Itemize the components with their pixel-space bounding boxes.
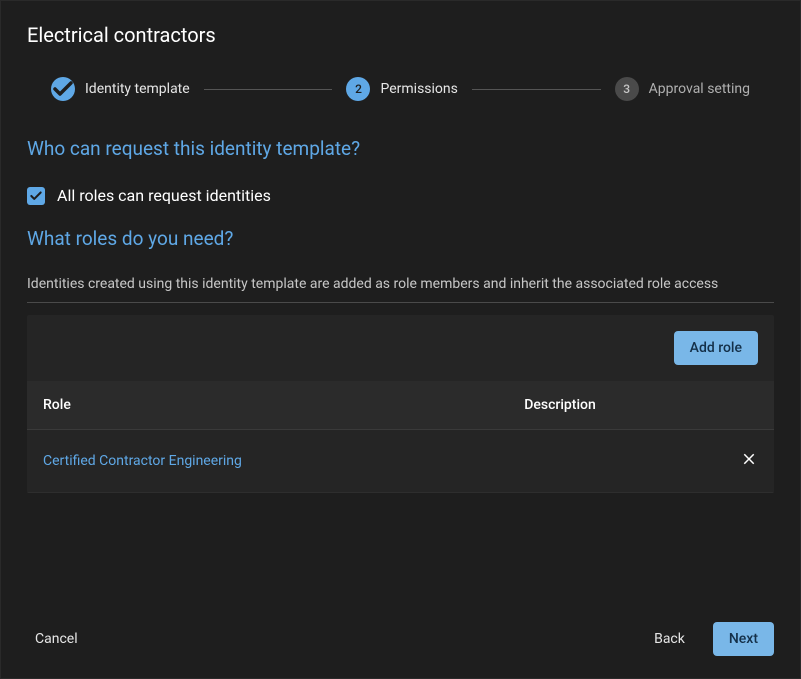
what-roles-heading: What roles do you need? bbox=[27, 227, 774, 250]
step-connector bbox=[204, 89, 333, 90]
dialog: Electrical contractors Identity template… bbox=[0, 0, 801, 679]
step-permissions[interactable]: 2 Permissions bbox=[346, 77, 457, 101]
column-header-role: Role bbox=[27, 381, 508, 430]
dialog-content: Who can request this identity template? … bbox=[1, 111, 800, 606]
step-label: Approval setting bbox=[649, 81, 750, 97]
footer-right: Back Next bbox=[638, 622, 774, 656]
remove-icon[interactable] bbox=[740, 450, 758, 468]
dialog-header: Electrical contractors bbox=[1, 1, 800, 57]
back-button[interactable]: Back bbox=[638, 622, 701, 656]
step-label: Permissions bbox=[380, 81, 457, 97]
all-roles-checkbox-row[interactable]: All roles can request identities bbox=[27, 180, 774, 211]
table-row: Certified Contractor Engineering bbox=[27, 430, 774, 493]
check-icon bbox=[51, 77, 75, 101]
step-label: Identity template bbox=[85, 81, 190, 97]
stepper: Identity template 2 Permissions 3 Approv… bbox=[1, 57, 800, 111]
step-number: 3 bbox=[615, 77, 639, 101]
step-connector bbox=[472, 89, 601, 90]
role-description bbox=[508, 430, 724, 493]
column-header-description: Description bbox=[508, 381, 724, 430]
roles-helper-text: Identities created using this identity t… bbox=[27, 270, 774, 303]
cancel-button[interactable]: Cancel bbox=[19, 622, 94, 656]
dialog-footer: Cancel Back Next bbox=[1, 606, 800, 678]
who-can-request-heading: Who can request this identity template? bbox=[27, 137, 774, 160]
checkbox-label: All roles can request identities bbox=[57, 186, 271, 205]
role-link[interactable]: Certified Contractor Engineering bbox=[27, 430, 508, 493]
step-number: 2 bbox=[346, 77, 370, 101]
table-toolbar: Add role bbox=[27, 315, 774, 381]
step-identity-template[interactable]: Identity template bbox=[51, 77, 190, 101]
roles-table: Role Description Certified Contractor En… bbox=[27, 381, 774, 493]
checkbox-checked-icon[interactable] bbox=[27, 187, 45, 205]
column-header-actions bbox=[724, 381, 774, 430]
page-title: Electrical contractors bbox=[27, 23, 774, 47]
next-button[interactable]: Next bbox=[713, 622, 774, 656]
step-approval-setting[interactable]: 3 Approval setting bbox=[615, 77, 750, 101]
add-role-button[interactable]: Add role bbox=[674, 331, 758, 365]
roles-table-container: Add role Role Description Certified Cont… bbox=[27, 315, 774, 493]
